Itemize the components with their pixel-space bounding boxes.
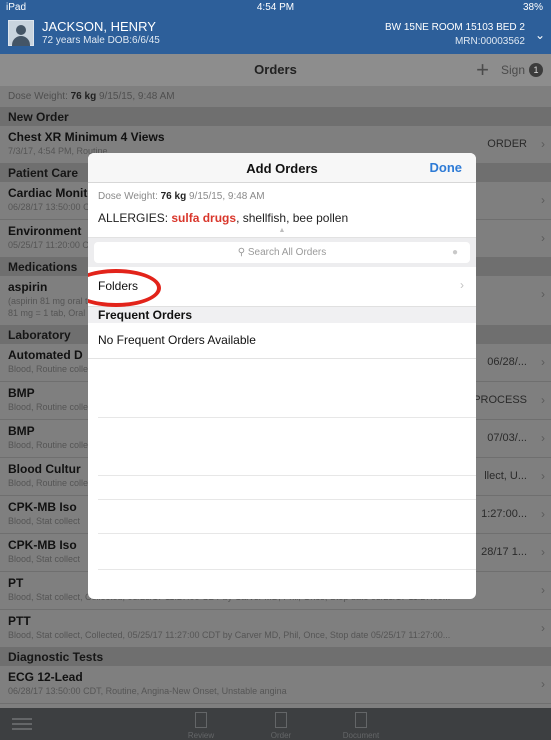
chevron-right-icon: › [541, 193, 545, 207]
order-right-text: llect, U... [484, 470, 527, 482]
dose-weight-timestamp: 9/15/15, 9:48 AM [98, 91, 175, 102]
chevron-right-icon: › [541, 355, 545, 369]
list-item[interactable]: ECG 12-Lead 06/28/17 13:50:00 CDT, Routi… [0, 666, 551, 704]
empty-list-area [88, 359, 476, 591]
allergy-primary: sulfa drugs [171, 211, 237, 225]
tab-label: Review [187, 731, 215, 740]
done-button[interactable]: Done [430, 160, 463, 175]
search-bar: ⚲ Search All Orders ● [88, 237, 476, 267]
folders-row[interactable]: Folders › [88, 267, 476, 307]
highlight-circle [88, 269, 161, 307]
frequent-orders-header: Frequent Orders [88, 307, 476, 323]
clock: 4:54 PM [256, 2, 295, 13]
patient-name: JACKSON, HENRY [42, 19, 156, 34]
section-header: Diagnostic Tests [0, 648, 551, 666]
order-detail: 06/28/17 13:50:00 CDT, Routine, Angina-N… [8, 686, 287, 696]
chevron-right-icon: › [541, 545, 545, 559]
dose-weight-row: Dose Weight: 76 kg 9/15/15, 9:48 AM [88, 183, 476, 205]
tab-review[interactable]: Review [171, 712, 231, 740]
order-right-text: PROCESS [473, 394, 527, 406]
order-title: PTT [8, 614, 31, 628]
order-right-text: 07/03/... [487, 432, 527, 444]
search-input[interactable]: ⚲ Search All Orders ● [94, 242, 470, 263]
chevron-down-icon[interactable]: ⌄ [535, 28, 545, 42]
tab-label: Order [270, 731, 292, 740]
orders-nav-bar: Orders + Sign 1 [0, 54, 551, 86]
patient-room: BW 15NE ROOM 15103 BED 2 [384, 22, 525, 33]
dose-weight-value: 76 kg [160, 191, 187, 202]
order-action: ORDER [487, 138, 527, 150]
modal-title: Add Orders [246, 161, 318, 176]
add-icon[interactable]: + [476, 57, 489, 83]
allergy-list: , shellfish, bee pollen [236, 211, 349, 225]
tab-document[interactable]: Document [331, 712, 391, 740]
dose-weight-label: Dose Weight: [8, 91, 68, 102]
order-title: ECG 12-Lead [8, 670, 83, 684]
tab-order[interactable]: Order [251, 712, 311, 740]
order-title: Chest XR Minimum 4 Views [8, 130, 165, 144]
chevron-right-icon: › [541, 621, 545, 635]
chevron-right-icon: › [541, 393, 545, 407]
document-icon [355, 712, 367, 728]
battery-level: 38% [522, 2, 543, 13]
grid-icon [275, 712, 287, 728]
section-header: New Order [0, 108, 551, 126]
allergies-label: ALLERGIES: [98, 211, 169, 225]
divider [98, 569, 476, 570]
list-item[interactable]: PTT Blood, Stat collect, Collected, 05/2… [0, 610, 551, 648]
patient-demographics: 72 years Male DOB:6/6/45 [42, 35, 160, 46]
patient-avatar [8, 20, 34, 46]
divider [98, 533, 476, 534]
modal-header: Add Orders Done [88, 153, 476, 183]
dose-weight-value: 76 kg [70, 91, 97, 102]
status-bar: iPad 4:54 PM 38% [0, 0, 551, 14]
add-orders-modal: Add Orders Done Dose Weight: 76 kg 9/15/… [88, 153, 476, 599]
order-right-text: 1:27:00... [481, 508, 527, 520]
chevron-right-icon: › [541, 507, 545, 521]
document-icon [195, 712, 207, 728]
divider [98, 417, 476, 418]
chevron-right-icon: › [541, 583, 545, 597]
chevron-right-icon: › [541, 137, 545, 151]
chevron-right-icon: › [460, 278, 464, 292]
collapse-caret-icon[interactable]: ▲ [88, 227, 476, 237]
dose-weight-label: Dose Weight: [98, 191, 158, 202]
order-right-text: 28/17 1... [481, 546, 527, 558]
sign-count-badge: 1 [529, 63, 543, 77]
order-right-text: 06/28/... [487, 356, 527, 368]
order-detail: Blood, Stat collect, Collected, 05/25/17… [8, 630, 451, 640]
chevron-right-icon: › [541, 231, 545, 245]
dose-weight-timestamp: 9/15/15, 9:48 AM [188, 191, 265, 202]
allergies-row: ALLERGIES: sulfa drugs, shellfish, bee p… [88, 205, 476, 227]
bottom-tab-bar: Review Order Document [0, 708, 551, 740]
chevron-right-icon: › [541, 677, 545, 691]
chevron-right-icon: › [541, 469, 545, 483]
chevron-right-icon: › [541, 287, 545, 301]
search-icon: ⚲ [237, 247, 246, 258]
dose-weight-row: Dose Weight: 76 kg 9/15/15, 9:48 AM [0, 86, 551, 108]
voice-icon[interactable]: ● [452, 242, 458, 263]
menu-icon[interactable] [12, 718, 32, 733]
divider [98, 499, 476, 500]
patient-mrn: MRN:00003562 [454, 36, 525, 47]
divider [98, 475, 476, 476]
chevron-right-icon: › [541, 431, 545, 445]
patient-banner[interactable]: JACKSON, HENRY 72 years Male DOB:6/6/45 … [0, 14, 551, 54]
no-frequent-orders-text: No Frequent Orders Available [88, 323, 476, 359]
page-title: Orders [254, 62, 297, 77]
tab-label: Document [342, 731, 380, 740]
search-placeholder: Search All Orders [247, 247, 327, 258]
sign-button[interactable]: Sign [501, 63, 525, 77]
